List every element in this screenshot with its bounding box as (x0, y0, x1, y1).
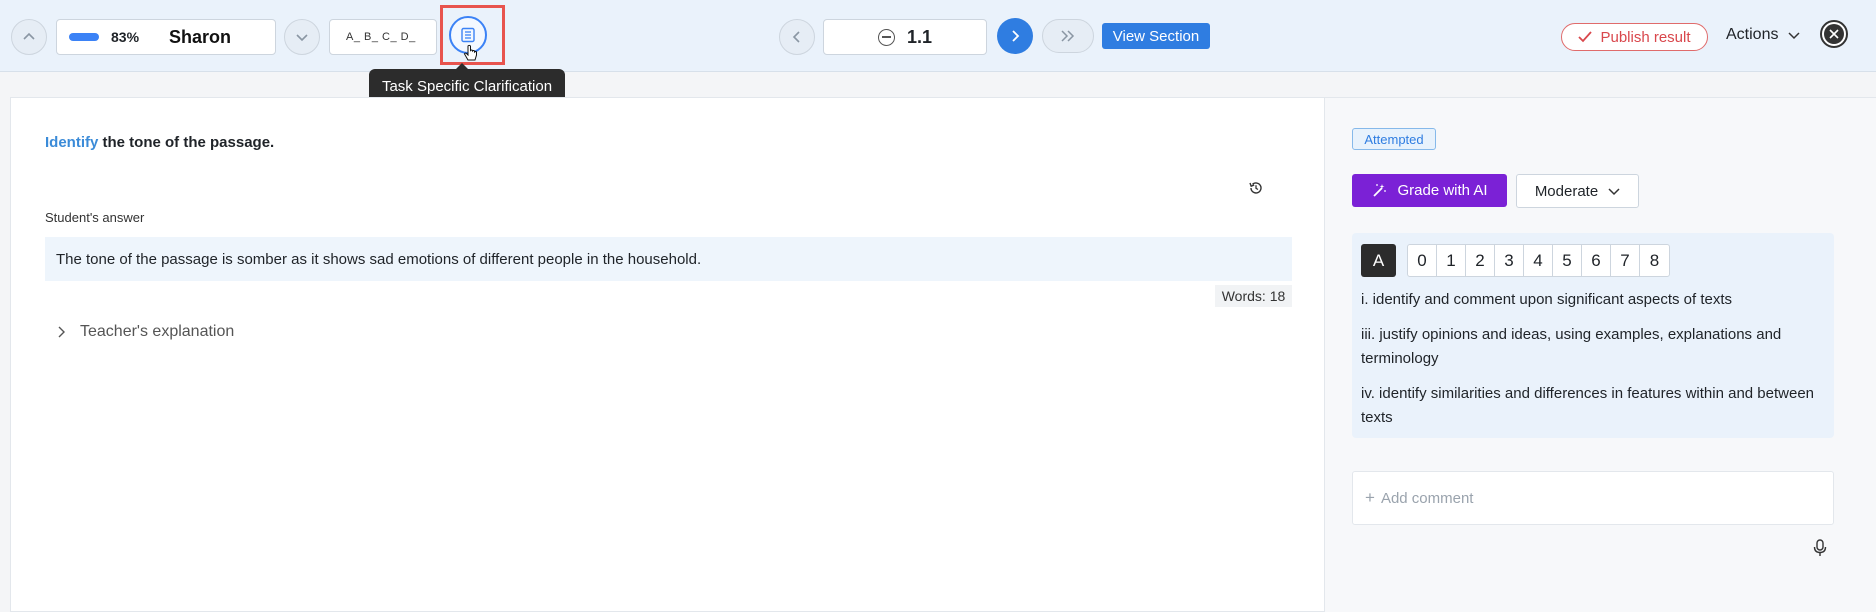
score-option[interactable]: 6 (1582, 245, 1611, 276)
previous-question-button[interactable] (779, 19, 815, 55)
actions-label: Actions (1726, 26, 1779, 43)
score-option[interactable]: 4 (1524, 245, 1553, 276)
strand-item: iv. identify similarities and difference… (1361, 385, 1815, 426)
moderate-dropdown[interactable]: Moderate (1516, 174, 1639, 208)
chevron-down-icon (1788, 32, 1800, 40)
status-badge: Attempted (1352, 128, 1436, 150)
document-list-icon (461, 27, 475, 43)
publish-result-label: Publish result (1600, 28, 1691, 46)
student-name: Sharon (169, 26, 232, 47)
question-prompt: Identify the tone of the passage. (45, 134, 274, 151)
question-text: the tone of the passage. (98, 134, 275, 151)
next-question-button[interactable] (997, 18, 1033, 54)
chevron-right-icon (1012, 30, 1020, 42)
question-number-box[interactable]: 1.1 (823, 19, 987, 55)
command-term[interactable]: Identify (45, 134, 98, 151)
student-answer: The tone of the passage is somber as it … (45, 237, 1292, 281)
top-toolbar: 83% Sharon A_ B_ C_ D_ 1.1 View Section … (0, 0, 1876, 72)
previous-student-button[interactable] (11, 19, 47, 55)
close-button[interactable] (1820, 20, 1848, 48)
grade-with-ai-label: Grade with AI (1397, 182, 1488, 199)
publish-result-button[interactable]: Publish result (1561, 23, 1708, 51)
word-count: Words: 18 (1215, 285, 1292, 307)
add-comment-input[interactable]: + Add comment (1352, 471, 1834, 525)
criterion-label: A (1361, 244, 1396, 277)
answer-choices-box[interactable]: A_ B_ C_ D_ (329, 19, 437, 55)
grading-panel: Attempted Grade with AI Moderate A 0 1 2… (1324, 97, 1876, 612)
student-answer-label: Student's answer (45, 210, 145, 225)
minus-circle-icon (877, 28, 895, 46)
score-selector: 0 1 2 3 4 5 6 7 8 (1407, 244, 1670, 277)
criterion-card: A 0 1 2 3 4 5 6 7 8 i. identify and comm… (1352, 233, 1834, 438)
grading-progress-bar (69, 33, 99, 41)
history-icon[interactable] (1248, 180, 1264, 196)
chevron-down-icon (296, 34, 308, 42)
score-option[interactable]: 3 (1495, 245, 1524, 276)
score-option[interactable]: 8 (1640, 245, 1669, 276)
score-option[interactable]: 5 (1553, 245, 1582, 276)
double-chevron-right-icon (1061, 30, 1075, 42)
microphone-icon[interactable] (1813, 539, 1827, 557)
check-icon (1578, 31, 1593, 43)
score-option[interactable]: 2 (1466, 245, 1495, 276)
question-panel: Identify the tone of the passage. Studen… (10, 97, 1324, 612)
view-section-button[interactable]: View Section (1102, 23, 1210, 49)
teacher-explanation-toggle[interactable]: Teacher's explanation (56, 323, 234, 341)
last-question-button[interactable] (1042, 19, 1094, 53)
moderate-label: Moderate (1534, 182, 1599, 200)
chevron-left-icon (792, 31, 800, 43)
add-comment-placeholder: Add comment (1380, 489, 1474, 507)
student-selector[interactable]: 83% Sharon (56, 19, 276, 55)
answer-choices-text: A_ B_ C_ D_ (346, 31, 416, 43)
grade-with-ai-button[interactable]: Grade with AI (1352, 174, 1507, 207)
student-answer-text: The tone of the passage is somber as it … (56, 250, 702, 268)
next-student-button[interactable] (284, 19, 320, 55)
strand-item: i. identify and comment upon significant… (1361, 291, 1733, 308)
score-option[interactable]: 1 (1437, 245, 1466, 276)
strand-item: iii. justify opinions and ideas, using e… (1361, 326, 1782, 367)
chevron-right-icon (58, 326, 65, 338)
progress-percent: 83% (111, 29, 140, 45)
magic-wand-icon (1373, 183, 1387, 197)
score-option[interactable]: 7 (1611, 245, 1640, 276)
teacher-explanation-label: Teacher's explanation (80, 323, 235, 340)
close-icon (1824, 24, 1844, 44)
score-option[interactable]: 0 (1408, 245, 1437, 276)
plus-icon: + (1365, 488, 1375, 507)
chevron-up-icon (23, 32, 35, 40)
question-number: 1.1 (906, 26, 933, 47)
actions-menu[interactable]: Actions (1726, 26, 1800, 44)
chevron-down-icon (1608, 188, 1620, 196)
hand-cursor-icon (463, 44, 477, 61)
